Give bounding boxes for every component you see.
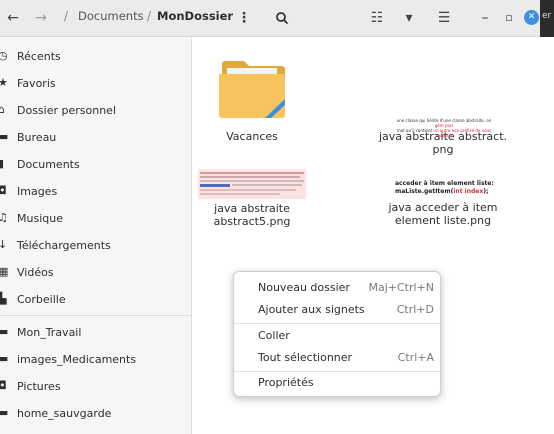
sidebar-item-label: images_Medicaments [17,353,137,366]
maximize-icon: ▫ [505,11,513,24]
view-toggle-button[interactable]: ☷ [367,8,387,28]
header-bar: ← → / Documents / MonDossier ⋮ ☷ ▾ ☰ – ▫… [0,0,554,37]
sidebar-item-home-sauvgarde[interactable]: ▬ home_sauvgarde [0,402,191,426]
menu-item-properties[interactable]: Propriétés [234,371,440,395]
back-button[interactable]: ← [4,8,22,28]
sidebar-item-images-medicaments[interactable]: ▬ images_Medicaments [0,348,191,372]
sidebar-item-label: Favoris [17,77,56,90]
sidebar-item-corbeille[interactable]: ▙ Corbeille [0,288,191,312]
home-icon: ⌂ [0,103,5,116]
clock-icon: ◷ [0,49,8,62]
sidebar-item-home[interactable]: ⌂ Dossier personnel [0,99,191,123]
folder-icon: ▬ [0,352,9,365]
image-thumbnail: une classe qui hérite d'une classe abstr… [388,107,498,138]
file-item-java-acceder-item[interactable]: acceder à item element liste: maListe.ge… [378,177,508,227]
forward-arrow-icon: → [35,10,47,26]
vertical-dots-icon: ⋮ [237,10,251,26]
sidebar-item-label: Bureau [17,131,57,144]
sidebar-item-telechargements[interactable]: ↓ Téléchargements [0,234,191,258]
trash-icon: ▙ [0,292,7,305]
hamburger-icon: ☰ [437,10,451,26]
image-thumbnail [198,169,306,199]
file-item-java-abstraite-abstract5[interactable]: java abstraite abstract5.png [192,169,312,228]
breadcrumb-separator: / [64,9,69,23]
close-icon: ✕ [527,12,536,22]
sidebar-item-label: Images [17,185,58,198]
adjacent-window-text: er [542,11,552,21]
sidebar-item-pictures[interactable]: ◘ Pictures [0,375,191,399]
list-view-icon: ☷ [370,10,384,26]
minimize-icon: – [481,10,489,26]
search-button[interactable] [272,8,292,28]
folder-icon [219,61,285,118]
sidebar-item-bureau[interactable]: ▬ Bureau [0,126,191,150]
maximize-button[interactable]: ▫ [502,8,516,28]
thumbnail-text: mot qu'il contient [396,128,434,133]
sidebar-item-label: Récents [17,50,61,63]
sidebar-item-label: Mon_Travail [17,326,82,339]
sidebar-item-label: Vidéos [17,266,54,279]
menu-item-paste[interactable]: Coller [234,324,440,348]
breadcrumb-separator: / [147,9,152,23]
file-item-vacances[interactable]: Vacances [202,55,302,143]
search-icon [276,12,289,25]
image-thumbnail: acceder à item element liste: maListe.ge… [389,177,497,199]
file-item-java-abstraite-abstract[interactable]: une classe qui hérite d'une classe abstr… [378,107,508,156]
menu-item-select-all[interactable]: Tout sélectionner Ctrl+A [234,346,440,370]
sidebar-item-label: Téléchargements [17,239,111,252]
thumbnail-text: un autre non préfixé de vous redéfinir [433,128,492,138]
document-icon: ▮ [0,157,5,170]
thumbnail-text: maListe.getItem( [395,188,454,195]
context-menu: Nouveau dossier Maj+Ctrl+N Ajouter aux si… [233,271,441,397]
camera-icon: ◘ [0,184,7,197]
sidebar-item-musique[interactable]: ♫ Musique [0,207,191,231]
chevron-down-icon: ▾ [405,10,413,26]
file-name: java abstraite abstract5.png [213,202,291,228]
view-options-dropdown[interactable]: ▾ [400,8,418,28]
thumbnail-text: int index [453,188,484,195]
sidebar-item-label: Corbeille [17,293,66,306]
film-icon: ▦ [0,265,9,278]
sidebar-item-label: Pictures [17,380,61,393]
thumbnail-text: ); [483,188,489,195]
sidebar: ◷ Récents ★ Favoris ⌂ Dossier personnel ▬ Bu… [0,37,192,434]
download-icon: ↓ [0,238,8,251]
sidebar-item-recents[interactable]: ◷ Récents [0,45,191,69]
sidebar-item-favoris[interactable]: ★ Favoris [0,72,191,96]
file-name: java acceder à item element liste.png [388,201,498,227]
folder-menu-button[interactable]: ⋮ [236,8,252,28]
close-button[interactable]: ✕ [524,10,539,25]
star-icon: ★ [0,76,8,89]
forward-button[interactable]: → [32,8,50,28]
sidebar-item-label: Musique [17,212,63,225]
sidebar-item-label: home_sauvgarde [17,407,112,420]
folder-icon: ▬ [0,325,9,338]
thumbnail-text: acceder à item element liste: [395,180,494,187]
sidebar-item-videos[interactable]: ▦ Vidéos [0,261,191,285]
breadcrumb-documents[interactable]: Documents [78,9,144,23]
sidebar-item-documents[interactable]: ▮ Documents [0,153,191,177]
menu-item-new-folder[interactable]: Nouveau dossier Maj+Ctrl+N [234,276,440,300]
file-name: Vacances [226,130,278,143]
desktop-icon: ▬ [0,130,9,143]
minimize-button[interactable]: – [478,8,492,28]
folder-icon: ▬ [0,406,9,419]
music-icon: ♫ [0,211,8,224]
sidebar-divider [0,315,191,316]
sidebar-item-label: Dossier personnel [17,104,117,117]
pictures-icon: ◘ [0,379,7,392]
menu-item-add-bookmark[interactable]: Ajouter aux signets Ctrl+D [234,298,440,322]
sidebar-item-mon-travail[interactable]: ▬ Mon_Travail [0,321,191,345]
main-menu-button[interactable]: ☰ [434,8,454,28]
back-arrow-icon: ← [7,10,19,26]
sidebar-item-label: Documents [17,158,80,171]
breadcrumb-mondossier[interactable]: MonDossier [157,9,233,23]
sidebar-item-images[interactable]: ◘ Images [0,180,191,204]
